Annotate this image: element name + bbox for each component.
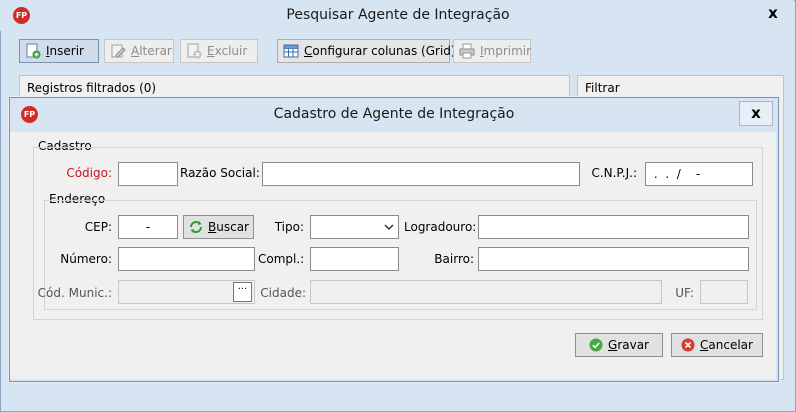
lookup-button[interactable]: ··· — [233, 282, 252, 302]
compl-input[interactable] — [310, 247, 399, 271]
razao-social-input[interactable] — [262, 162, 580, 186]
logradouro-input[interactable] — [478, 215, 749, 239]
numero-input[interactable] — [118, 247, 255, 271]
edit-icon — [110, 43, 126, 59]
cnpj-input[interactable]: . . / - — [645, 162, 753, 186]
window-title: Pesquisar Agente de Integração — [286, 7, 510, 23]
records-panel-label: Registros filtrados (0) — [27, 81, 157, 95]
cod-munic-input[interactable]: ··· — [118, 280, 255, 304]
dialog-titlebar[interactable]: FP Cadastro de Agente de Integração x — [10, 98, 778, 131]
delete-button[interactable]: Excluir — [180, 39, 258, 63]
filter-panel-label: Filtrar — [585, 81, 620, 95]
configure-label-key: C — [304, 44, 313, 58]
insert-label-post: nserir — [49, 44, 84, 58]
buscar-label-key: B — [208, 220, 217, 234]
configure-columns-button[interactable]: Configurar colunas (Grid) — [277, 39, 456, 63]
grid-icon — [283, 43, 299, 59]
cancel-icon — [681, 338, 695, 352]
insert-button[interactable]: Inserir — [19, 39, 99, 63]
codigo-input[interactable] — [118, 162, 178, 186]
configure-label-post: onfigurar colunas (Grid) — [312, 44, 456, 58]
dialog-close-button[interactable]: x — [739, 101, 773, 126]
gravar-label-post: ravar — [617, 338, 649, 352]
refresh-icon — [188, 219, 204, 235]
razao-social-label: Razão Social: — [180, 166, 260, 180]
buscar-label-post: uscar — [216, 220, 249, 234]
cnpj-label: C.N.P.J.: — [591, 166, 637, 180]
delete-label-post: xcluir — [214, 44, 248, 58]
new-document-icon — [25, 43, 41, 59]
uf-input[interactable] — [700, 280, 748, 304]
buscar-button[interactable]: Buscar — [183, 215, 254, 239]
cep-input[interactable]: - — [118, 215, 178, 239]
cidade-input[interactable] — [310, 280, 662, 304]
codigo-label: Código: — [66, 166, 112, 180]
compl-label: Compl.: — [258, 252, 305, 266]
print-label-post: mprimir — [483, 44, 532, 58]
cancelar-button[interactable]: Cancelar — [671, 333, 763, 357]
bairro-input[interactable] — [478, 247, 749, 271]
delete-label-key: E — [207, 44, 215, 58]
check-icon — [589, 338, 603, 352]
gravar-label-key: G — [608, 338, 618, 352]
cancelar-label-key: C — [700, 338, 709, 352]
delete-icon — [186, 43, 202, 59]
chevron-down-icon — [384, 220, 394, 234]
cep-label: CEP: — [84, 220, 112, 234]
dialog-title: Cadastro de Agente de Integração — [273, 106, 515, 122]
tipo-label: Tipo: — [274, 220, 304, 234]
edit-label-key: A — [131, 44, 140, 58]
gravar-button[interactable]: Gravar — [575, 333, 663, 357]
window-close-button[interactable]: x — [759, 3, 787, 25]
cod-munic-label: Cód. Munic.: — [37, 286, 112, 300]
uf-label: UF: — [675, 286, 694, 300]
edit-button[interactable]: Alterar — [104, 39, 174, 63]
numero-label: Número: — [60, 252, 112, 266]
logradouro-label: Logradouro: — [404, 220, 477, 234]
cancelar-label-post: ancelar — [708, 338, 753, 352]
cidade-label: Cidade: — [260, 286, 306, 300]
search-window-titlebar[interactable]: FP Pesquisar Agente de Integração x — [0, 0, 794, 31]
printer-icon — [459, 43, 475, 59]
edit-label-post: lterar — [139, 44, 172, 58]
bairro-label: Bairro: — [434, 252, 474, 266]
print-button[interactable]: Imprimir — [453, 39, 531, 63]
tipo-select[interactable] — [310, 215, 399, 239]
